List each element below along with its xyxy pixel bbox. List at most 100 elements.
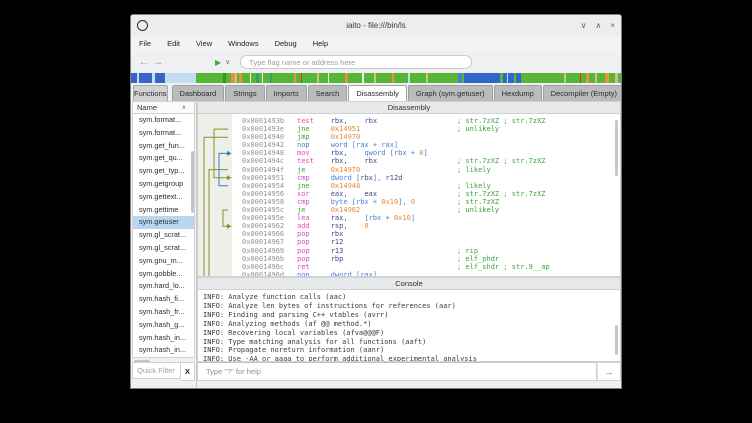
memory-segment: [394, 73, 408, 83]
disasm-row[interactable]: 0x0001493btest rbx, rbx; str.7zXZ ; str.…: [198, 117, 620, 125]
chevron-down-icon[interactable]: ∨: [225, 58, 230, 66]
function-item[interactable]: sym.get_fun...: [133, 140, 194, 153]
disasm-row[interactable]: 0x00014969pop r13; rip: [198, 247, 620, 255]
memory-map-bar[interactable]: [131, 73, 621, 83]
tab-strings[interactable]: Strings: [225, 85, 264, 101]
function-item[interactable]: sym.hard_lo...: [133, 280, 194, 293]
console-dock-title[interactable]: Console: [197, 277, 621, 290]
disasm-row[interactable]: 0x0001495elea rax, [rbx + 0x10]: [198, 214, 620, 222]
tab-dashboard[interactable]: Dashboard: [172, 85, 225, 101]
tab-functions[interactable]: Functions: [133, 85, 168, 101]
disasm-token: nop: [297, 141, 331, 149]
disasm-token: xor: [297, 190, 331, 198]
disasm-token: r12: [331, 238, 344, 246]
function-item[interactable]: sym.get_typ...: [133, 165, 194, 178]
disassembly-scrollbar[interactable]: [615, 120, 618, 176]
flag-search-input[interactable]: [240, 55, 472, 69]
window-title: iaito - file:///bin/ls: [131, 21, 621, 30]
forward-arrow-icon[interactable]: →: [153, 57, 163, 68]
function-item[interactable]: sym.format...: [133, 114, 194, 127]
disasm-token: dword [: [331, 174, 361, 182]
memory-segment: [263, 73, 270, 83]
disasm-row[interactable]: 0x0001496dnop dword [rax]: [198, 271, 620, 277]
disasm-token: cmp: [297, 198, 331, 206]
maximize-icon[interactable]: ∧: [595, 21, 601, 30]
disasm-row[interactable]: 0x0001496bpop rbp; elf_phdr: [198, 255, 620, 263]
function-item[interactable]: sym.gnu_m...: [133, 255, 194, 268]
function-item[interactable]: sym.gettime: [133, 204, 194, 217]
disasm-row[interactable]: 0x00014958cmp byte [rbx + 0x10], 0; str.…: [198, 198, 620, 206]
function-item[interactable]: sym.hash_g...: [133, 319, 194, 332]
disasm-row[interactable]: 0x00014951cmp dword [rbx], r12d: [198, 174, 620, 182]
tab-graph-sym-getuser[interactable]: Graph (sym.getuser): [408, 85, 493, 101]
function-item[interactable]: sym.format...: [133, 127, 194, 140]
disasm-token: ],: [398, 198, 411, 206]
disasm-row[interactable]: 0x00014967pop r12: [198, 238, 620, 246]
disasm-row[interactable]: 0x00014948mov rbx, qword [rbx + 8]: [198, 149, 620, 157]
function-item[interactable]: sym.get_qu...: [133, 152, 194, 165]
menu-item-edit[interactable]: Edit: [159, 39, 188, 48]
disasm-row[interactable]: 0x00014954jne 0x14948; likely: [198, 182, 620, 190]
function-item[interactable]: sym.hash_fi...: [133, 293, 194, 306]
function-item[interactable]: sym.gl_scrat...: [133, 229, 194, 242]
disasm-address: 0x0001494f: [242, 166, 297, 174]
menu-item-file[interactable]: File: [131, 39, 159, 48]
disasm-comment: ; rip: [457, 247, 478, 255]
memory-segment: [196, 73, 223, 83]
tab-decompiler-empty[interactable]: Decompiler (Empty): [543, 85, 622, 101]
memory-segment: [376, 73, 392, 83]
tab-disassembly[interactable]: Disassembly: [348, 85, 407, 101]
function-item[interactable]: sym.getuser: [133, 216, 194, 229]
functions-vertical-scrollbar[interactable]: [191, 151, 194, 213]
back-arrow-icon[interactable]: ←: [139, 57, 149, 68]
function-item[interactable]: sym.gl_scrat...: [133, 242, 194, 255]
function-item[interactable]: sym.gobble...: [133, 268, 194, 281]
disasm-row[interactable]: 0x0001495cje 0x14962; unlikely: [198, 206, 620, 214]
quick-filter-input[interactable]: [132, 362, 181, 379]
memory-segment: [242, 73, 250, 83]
disassembly-dock-title[interactable]: Disassembly: [197, 101, 621, 114]
disasm-token: 0x14962: [331, 206, 361, 214]
console-submit-button[interactable]: →: [597, 362, 621, 381]
functions-panel: Name ∧ sym.format...sym.format...sym.get…: [131, 101, 197, 388]
disasm-token: rbx: [360, 174, 373, 182]
disasm-row[interactable]: 0x00014962add rsp, 8: [198, 222, 620, 230]
tab-search[interactable]: Search: [308, 85, 348, 101]
disasm-row[interactable]: 0x0001494fje 0x14970; likely: [198, 166, 620, 174]
clear-filter-button[interactable]: X: [181, 362, 195, 381]
disassembly-view[interactable]: 0x0001493btest rbx, rbx; str.7zXZ ; str.…: [197, 114, 621, 277]
console-scrollbar[interactable]: [615, 325, 618, 355]
title-bar[interactable]: iaito - file:///bin/ls ∨ ∧ ×: [131, 15, 621, 36]
menu-item-view[interactable]: View: [188, 39, 220, 48]
function-item[interactable]: sym.getgroup: [133, 178, 194, 191]
disasm-address: 0x00014948: [242, 149, 297, 157]
disasm-token: rsp,: [331, 222, 365, 230]
disasm-row[interactable]: 0x0001496cret; elf_shdr ; str.9__ap: [198, 263, 620, 271]
console-command-input[interactable]: [197, 362, 597, 381]
function-item[interactable]: sym.hash_in...: [133, 344, 194, 357]
tab-imports[interactable]: Imports: [266, 85, 307, 101]
function-item[interactable]: sym.hash_in...: [133, 332, 194, 345]
function-item[interactable]: sym.gettext...: [133, 191, 194, 204]
memory-segment: [302, 73, 317, 83]
menu-item-debug[interactable]: Debug: [267, 39, 305, 48]
disasm-row[interactable]: 0x00014966pop rbx: [198, 230, 620, 238]
disasm-row[interactable]: 0x00014940jmp 0x14970: [198, 133, 620, 141]
functions-column-header[interactable]: Name ∧: [132, 101, 195, 114]
continue-play-icon[interactable]: ▶: [215, 58, 221, 67]
close-icon[interactable]: ×: [610, 21, 615, 30]
disasm-token: r12d: [386, 174, 403, 182]
minimize-icon[interactable]: ∨: [581, 21, 587, 30]
disasm-token: rbx: [364, 157, 377, 165]
tab-hexdump[interactable]: Hexdump: [494, 85, 542, 101]
console-output[interactable]: INFO: Analyze function calls (aac)INFO: …: [197, 290, 621, 362]
disasm-row[interactable]: 0x00014942nop word [rax + rax]: [198, 141, 620, 149]
disasm-row[interactable]: 0x0001493ejne 0x14951; unlikely: [198, 125, 620, 133]
disasm-token: 0x14951: [331, 125, 361, 133]
menu-item-help[interactable]: Help: [305, 39, 336, 48]
function-item[interactable]: sym.hash_fr...: [133, 306, 194, 319]
disasm-row[interactable]: 0x00014956xor eax, eax; str.7zXZ ; str.7…: [198, 190, 620, 198]
menu-item-windows[interactable]: Windows: [220, 39, 266, 48]
disasm-row[interactable]: 0x0001494ctest rbx, rbx; str.7zXZ ; str.…: [198, 157, 620, 165]
memory-segment: [521, 73, 564, 83]
